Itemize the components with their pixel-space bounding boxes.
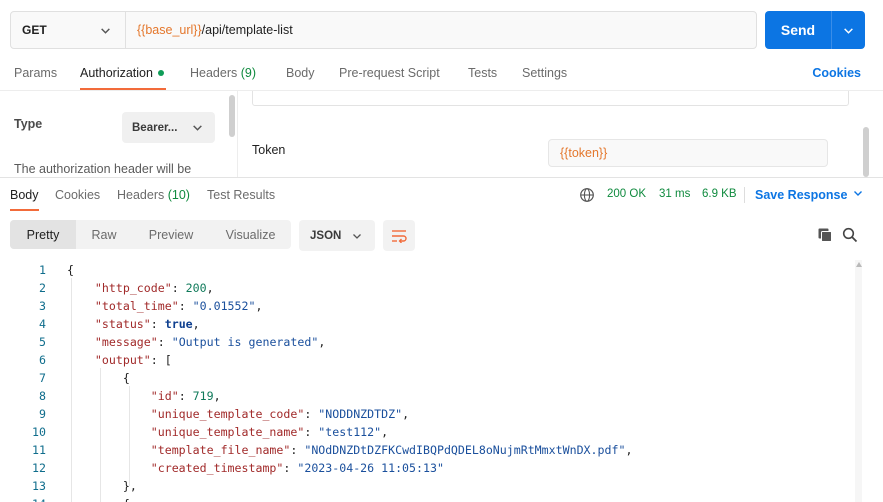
line-number: 2 — [39, 281, 46, 295]
status-divider — [744, 187, 745, 203]
format-select[interactable]: JSON — [299, 220, 375, 251]
copy-icon[interactable] — [817, 227, 833, 243]
code-line: 13 }, — [0, 477, 852, 495]
method-select[interactable]: GET — [11, 12, 126, 48]
resp-tab-cookies[interactable]: Cookies — [55, 188, 100, 202]
resp-tab-headers[interactable]: Headers (10) — [117, 188, 190, 202]
auth-description: The authorization header will be — [14, 162, 192, 176]
response-tabs: Body Cookies Headers (10) Test Results 2… — [0, 178, 883, 212]
chevron-down-icon — [193, 125, 202, 131]
line-number: 5 — [39, 335, 46, 349]
tab-authorization-label: Authorization — [80, 66, 153, 80]
code-line: 5 "message": "Output is generated", — [0, 333, 852, 351]
tab-tests[interactable]: Tests — [468, 66, 497, 80]
authorization-panel: Type Bearer... The authorization header … — [0, 90, 883, 178]
auth-type-select[interactable]: Bearer... — [122, 112, 215, 143]
code-line: 2 "http_code": 200, — [0, 279, 852, 297]
tab-headers[interactable]: Headers (9) — [190, 66, 256, 80]
line-number: 12 — [32, 461, 46, 475]
send-button-group: Send — [765, 11, 865, 49]
auth-right-scrollbar[interactable] — [863, 127, 869, 177]
active-dot-icon — [157, 70, 164, 76]
chevron-down-icon — [353, 234, 361, 239]
line-number: 7 — [39, 371, 46, 385]
status-code[interactable]: 200 OK — [607, 188, 646, 200]
code-line: 14 { — [0, 495, 852, 502]
auth-left-scrollbar[interactable] — [229, 95, 235, 137]
request-tabs: Params Authorization Headers (9) Body Pr… — [0, 60, 883, 90]
code-line: 9 "unique_template_code": "NODDNZDTDZ", — [0, 405, 852, 423]
resp-tab-headers-label: Headers — [117, 188, 165, 202]
tab-body[interactable]: Body — [286, 66, 315, 80]
auth-info-card — [252, 91, 849, 106]
active-resp-tab-indicator — [10, 209, 39, 211]
line-number: 8 — [39, 389, 46, 403]
chevron-down-icon — [101, 28, 110, 34]
resp-tab-body[interactable]: Body — [10, 188, 39, 202]
view-visualize-button[interactable]: Visualize — [210, 220, 291, 249]
code-line: 1{ — [0, 261, 852, 279]
url-path: /api/template-list — [201, 23, 293, 37]
save-response-label: Save Response — [755, 188, 848, 202]
chevron-down-icon — [844, 27, 853, 34]
code-line: 4 "status": true, — [0, 315, 852, 333]
scroll-up-arrow-icon[interactable] — [856, 262, 862, 267]
auth-type-section: Type Bearer... The authorization header … — [0, 91, 238, 177]
cookies-link[interactable]: Cookies — [812, 66, 861, 80]
format-value: JSON — [310, 229, 342, 242]
view-preview-button[interactable]: Preview — [132, 220, 210, 249]
token-input[interactable]: {{token}} — [548, 139, 828, 167]
send-options-button[interactable] — [832, 11, 865, 49]
wrap-lines-icon — [392, 229, 407, 243]
token-label: Token — [252, 143, 286, 157]
code-line: 12 "created_timestamp": "2023-04-26 11:0… — [0, 459, 852, 477]
auth-type-value: Bearer... — [132, 121, 178, 134]
response-size[interactable]: 6.9 KB — [702, 188, 737, 200]
save-response-button[interactable]: Save Response — [755, 188, 863, 202]
url-input[interactable]: {{base_url}}/api/template-list — [126, 12, 756, 48]
method-label: GET — [22, 23, 47, 37]
tab-headers-count: (9) — [240, 66, 257, 80]
tab-headers-label: Headers — [190, 66, 238, 80]
code-line: 3 "total_time": "0.01552", — [0, 297, 852, 315]
request-url-bar: GET {{base_url}}/api/template-list — [10, 11, 757, 49]
response-time[interactable]: 31 ms — [659, 188, 690, 200]
line-number: 1 — [39, 263, 46, 277]
resp-tab-test-results[interactable]: Test Results — [207, 188, 275, 202]
view-raw-button[interactable]: Raw — [76, 220, 132, 249]
tab-authorization[interactable]: Authorization — [80, 66, 164, 80]
code-line: 7 { — [0, 369, 852, 387]
line-number: 6 — [39, 353, 46, 367]
line-number: 14 — [0, 495, 46, 502]
line-number: 13 — [32, 479, 46, 493]
code-line: 11 "template_file_name": "NOdDNZDtDZFKCw… — [0, 441, 852, 459]
globe-icon[interactable] — [579, 187, 595, 203]
line-number: 11 — [32, 443, 46, 457]
tab-params[interactable]: Params — [14, 66, 57, 80]
code-line: 8 "id": 719, — [0, 387, 852, 405]
code-line: 6 "output": [ — [0, 351, 852, 369]
line-number: 3 — [39, 299, 46, 313]
line-number: 10 — [32, 425, 46, 439]
search-icon[interactable] — [842, 227, 858, 243]
chevron-down-icon — [854, 191, 863, 196]
url-variable: {{base_url}} — [137, 23, 202, 37]
resp-tab-headers-count: (10) — [167, 188, 190, 202]
tab-pre-request-script[interactable]: Pre-request Script — [339, 66, 440, 80]
code-line: 10 "unique_template_name": "test112", — [0, 423, 852, 441]
tab-settings[interactable]: Settings — [522, 66, 567, 80]
line-number: 9 — [39, 407, 46, 421]
send-button[interactable]: Send — [765, 11, 832, 49]
view-pretty-button[interactable]: Pretty — [10, 220, 76, 249]
auth-type-label: Type — [14, 117, 43, 131]
line-number: 4 — [39, 317, 46, 331]
view-mode-group: Pretty Raw Preview Visualize — [10, 220, 291, 249]
wrap-lines-button[interactable] — [383, 220, 415, 251]
response-body-viewer: 1{ 2 "http_code": 200, 3 "total_time": "… — [0, 260, 852, 502]
code-scrollbar[interactable] — [855, 260, 862, 502]
